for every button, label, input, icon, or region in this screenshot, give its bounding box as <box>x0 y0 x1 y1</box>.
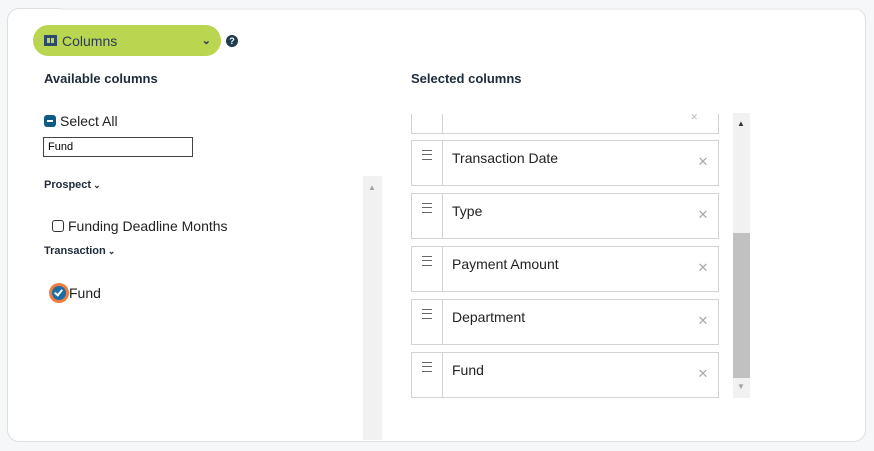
columns-dropdown-button[interactable]: Columns ⌄ <box>33 25 221 56</box>
drag-handle[interactable] <box>412 300 443 344</box>
selected-column-label: Fund <box>452 362 484 378</box>
selected-column-item[interactable]: Payment Amount ✕ <box>411 246 719 292</box>
column-option-fund[interactable]: Fund <box>52 285 101 301</box>
scroll-down-arrow-icon[interactable]: ▼ <box>737 382 745 391</box>
selected-column-item[interactable]: Department ✕ <box>411 299 719 345</box>
scroll-up-arrow-icon[interactable]: ▲ <box>737 119 745 128</box>
close-icon[interactable]: ✕ <box>688 300 718 344</box>
drag-handle[interactable] <box>412 247 443 291</box>
divider <box>60 8 860 10</box>
drag-handle[interactable] <box>412 141 443 185</box>
select-all-toggle[interactable]: Select All <box>44 113 118 129</box>
drag-handle[interactable] <box>412 194 443 238</box>
close-icon[interactable]: ✕ <box>688 247 718 291</box>
drag-handle-icon <box>422 256 432 266</box>
indeterminate-checkbox-icon[interactable] <box>44 115 56 127</box>
close-icon[interactable]: ✕ <box>688 194 718 238</box>
columns-icon <box>44 35 57 46</box>
chevron-down-icon: ⌄ <box>93 180 101 190</box>
selected-columns-heading: Selected columns <box>411 71 522 86</box>
selected-columns-list: Transaction Date ✕ Type ✕ Payment Amount… <box>411 114 719 404</box>
group-prospect-title: Prospect <box>44 179 92 191</box>
group-transaction-toggle[interactable]: Transaction ⌄ <box>44 245 115 257</box>
close-icon[interactable]: ✕ <box>688 353 718 397</box>
group-transaction-title: Transaction <box>44 245 106 257</box>
scroll-up-arrow-icon[interactable]: ▲ <box>368 183 376 192</box>
chevron-down-icon: ⌄ <box>107 246 116 256</box>
chevron-down-icon: ⌄ <box>201 35 211 47</box>
available-columns-heading: Available columns <box>44 71 158 86</box>
checkbox[interactable] <box>52 220 64 232</box>
selected-column-item[interactable]: Transaction Date ✕ <box>411 140 719 186</box>
selected-column-label: Transaction Date <box>452 150 559 166</box>
column-option-label: Funding Deadline Months <box>68 218 228 234</box>
drag-handle[interactable] <box>412 353 443 397</box>
selected-column-item[interactable]: Type ✕ <box>411 193 719 239</box>
close-icon[interactable]: ✕ <box>688 141 718 185</box>
selected-column-item[interactable]: Fund ✕ <box>411 352 719 398</box>
column-search-input[interactable] <box>43 137 193 157</box>
drag-handle-icon <box>422 309 432 319</box>
selected-scrollbar[interactable]: ▲ ▼ <box>733 113 750 398</box>
available-scrollbar[interactable]: ▲ <box>363 176 382 440</box>
drag-handle-icon <box>422 150 432 160</box>
drag-handle-icon <box>422 362 432 372</box>
select-all-label: Select All <box>60 113 118 129</box>
columns-label: Columns <box>62 32 118 49</box>
checked-checkbox[interactable] <box>52 286 66 300</box>
column-option-funding-deadline-months[interactable]: Funding Deadline Months <box>52 218 228 234</box>
selected-column-label: Department <box>452 309 526 325</box>
drag-handle-icon <box>422 203 432 213</box>
scrollbar-thumb[interactable] <box>733 233 750 378</box>
question-circle-icon[interactable]: ? <box>226 35 238 47</box>
group-prospect-toggle[interactable]: Prospect ⌄ <box>44 179 101 191</box>
selected-column-label: Payment Amount <box>452 256 559 272</box>
column-option-label: Fund <box>69 285 101 301</box>
selected-column-label: Type <box>452 203 483 219</box>
